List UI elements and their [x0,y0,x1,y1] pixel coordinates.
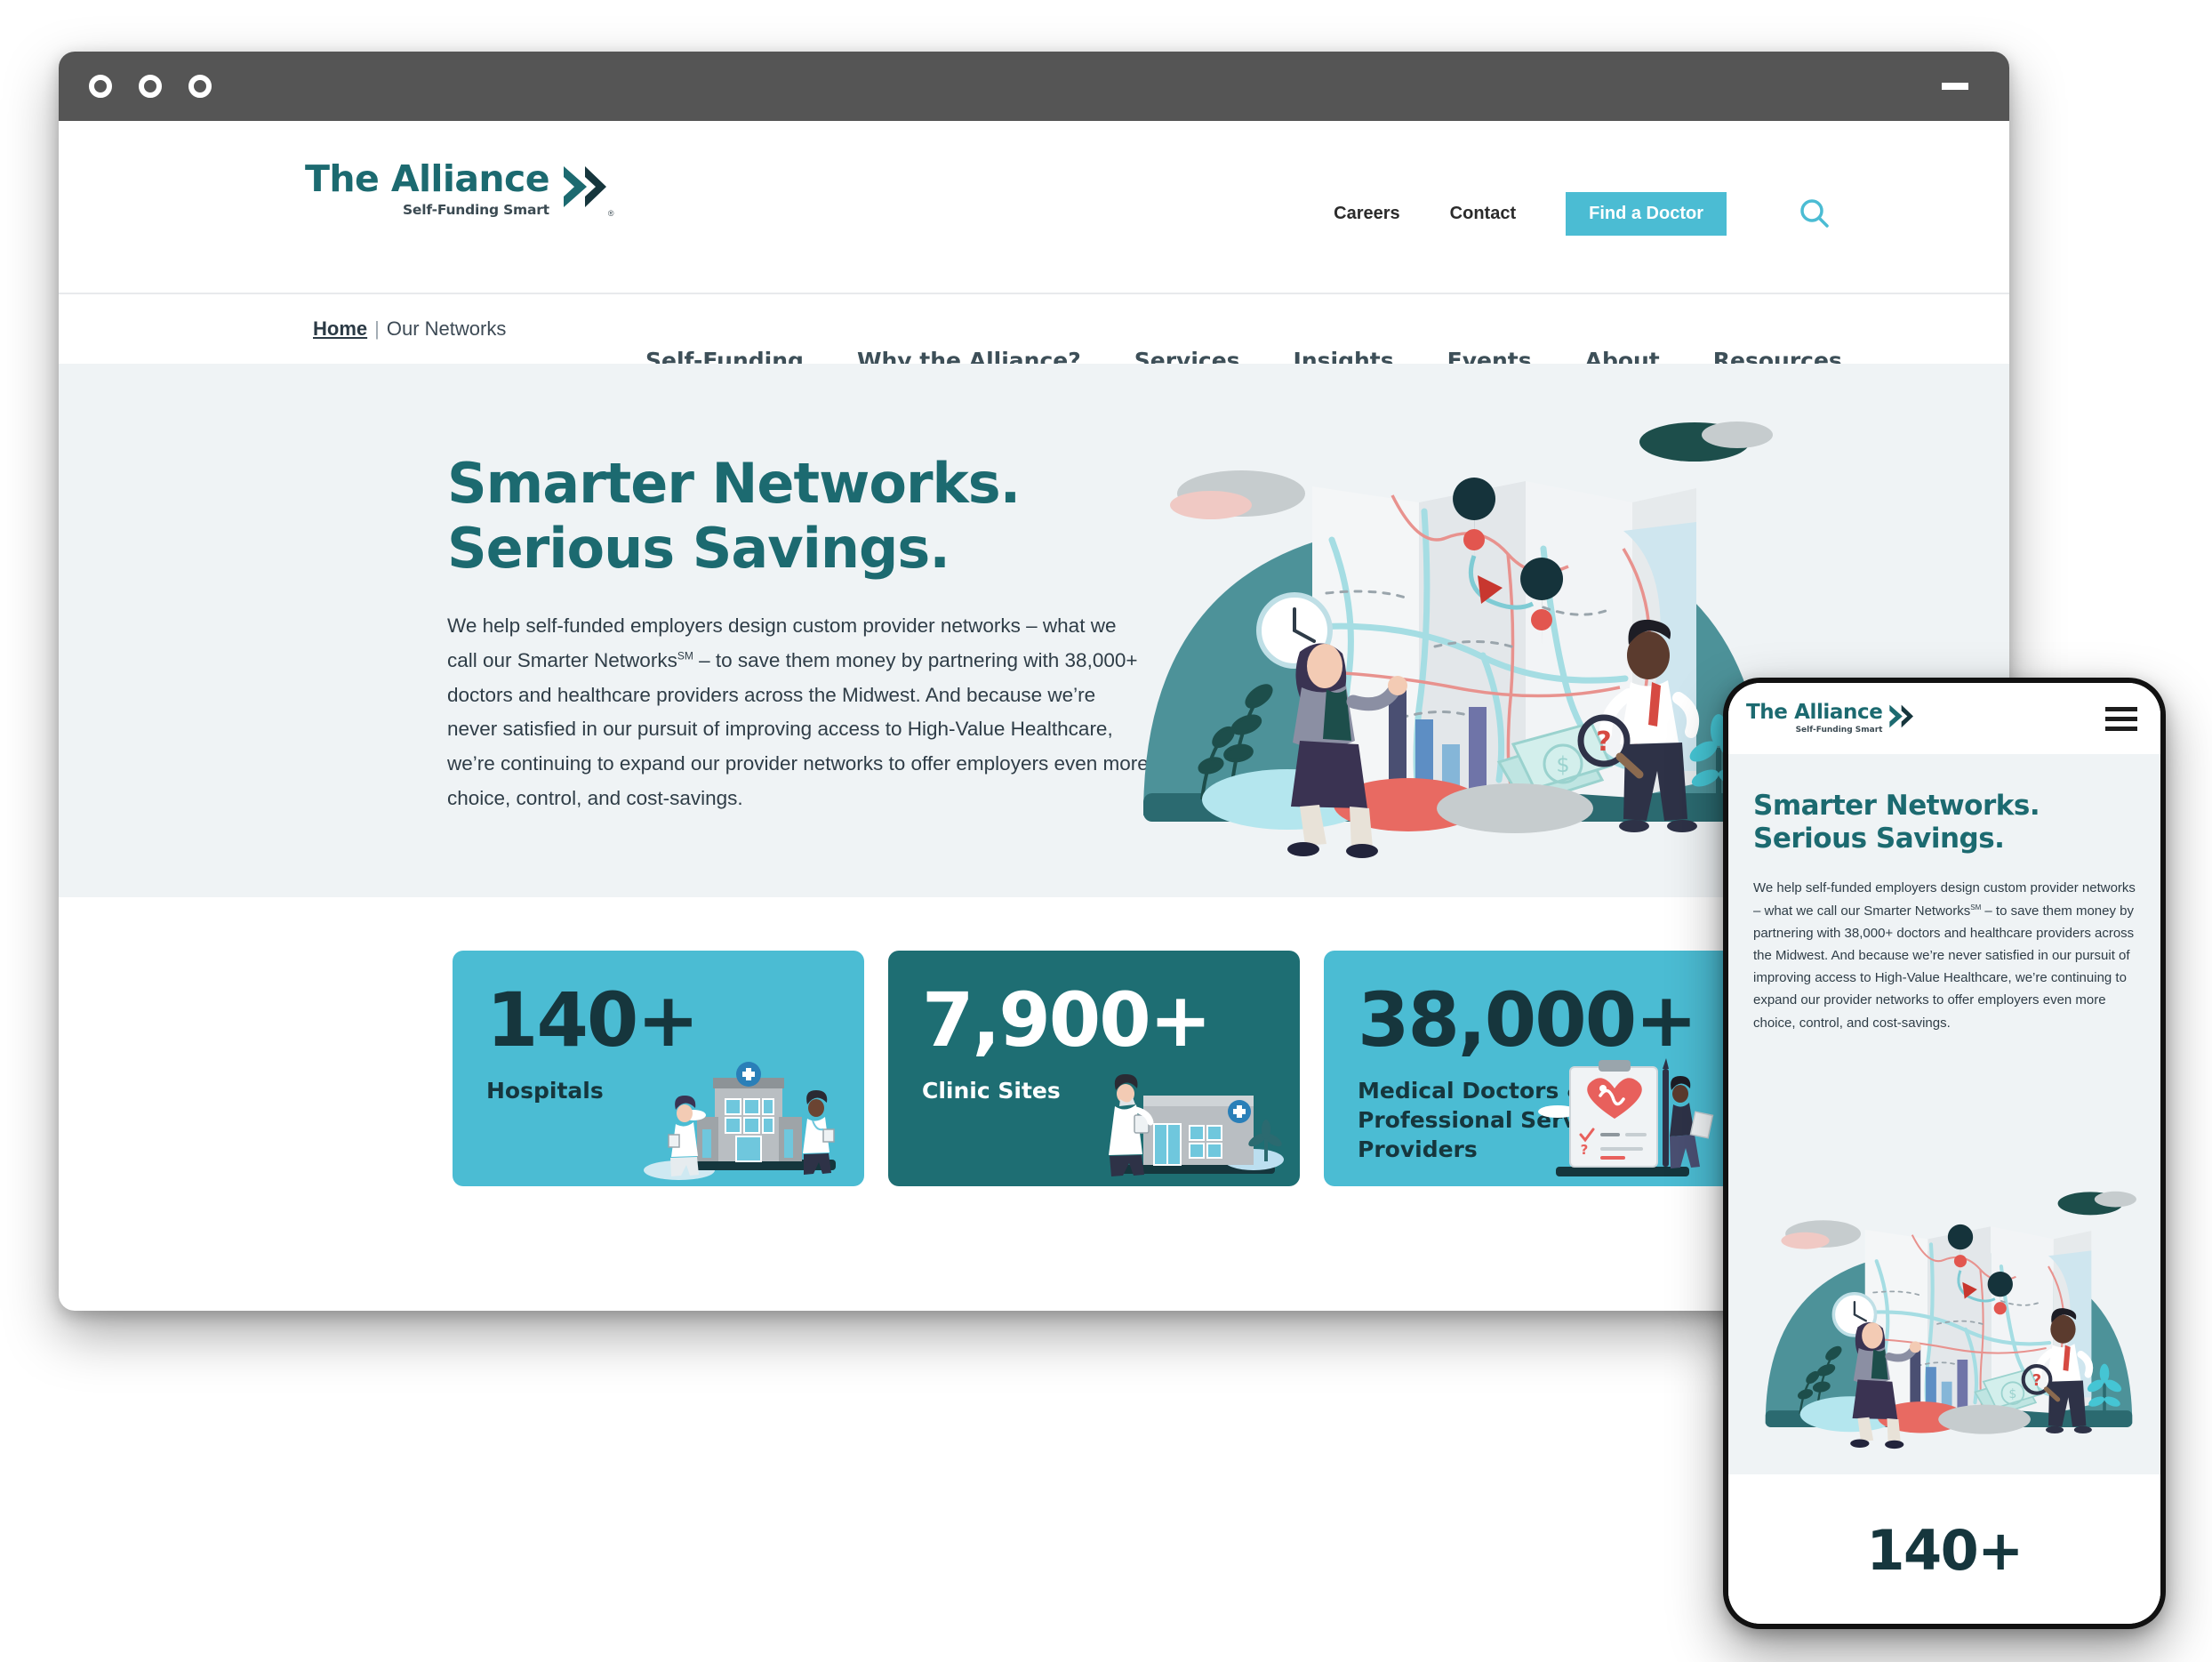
hospital-building-illustration [644,1048,848,1181]
mobile-service-mark: SM [1970,903,1982,911]
mobile-header: The Alliance Self-Funding Smart [1728,683,2160,754]
window-dot-1[interactable] [89,75,112,98]
mobile-page-title: Smarter Networks. Serious Savings. [1753,790,2040,855]
search-icon[interactable] [1798,197,1831,231]
window-dot-3[interactable] [188,75,212,98]
map-network-illustration: $ ? [1126,389,1783,887]
mobile-logo-wordmark: The Alliance [1746,700,1883,724]
hero-section: Smarter Networks. Serious Savings. We he… [59,364,2009,897]
mobile-site-logo[interactable]: The Alliance Self-Funding Smart [1746,700,1914,735]
stat-number: 7,900+ [922,976,1212,1064]
site-logo[interactable]: The Alliance Self-Funding Smart ® [305,157,614,219]
mobile-stat-section: 140+ [1728,1474,2160,1624]
utility-link-careers[interactable]: Careers [1334,204,1400,224]
svg-text:$: $ [1556,752,1569,777]
stat-number: 38,000+ [1358,976,1698,1064]
mobile-hero-section: Smarter Networks. Serious Savings. We he… [1728,754,2160,1474]
hero-paragraph: We help self-funded employers design cus… [447,609,1150,815]
mobile-logo-chevron-icon [1887,703,1914,735]
stat-card-medical-doctors[interactable]: 38,000+ Medical Doctors & Professional S… [1324,951,1735,1186]
stat-card-clinic-sites[interactable]: 7,900+ Clinic Sites [888,951,1300,1186]
hero-paragraph-part2: – to save them money by partnering with … [447,649,1149,809]
logo-wordmark: The Alliance [305,157,550,200]
service-mark: SM [677,649,693,662]
window-dot-2[interactable] [139,75,162,98]
svg-text:$: $ [2008,1387,2016,1401]
window-controls [89,75,212,98]
breadcrumb-separator: | [374,317,380,340]
hamburger-menu-icon[interactable] [2105,706,2137,731]
minimize-button[interactable] [1942,83,1968,90]
stats-section: 140+ Hospitals 7,900+ Clinic Sites 38,00… [59,897,2009,1186]
mobile-hero-paragraph: We help self-funded employers design cus… [1753,877,2136,1033]
page-title: Smarter Networks. Serious Savings. [447,451,1021,582]
utility-link-contact[interactable]: Contact [1450,204,1516,224]
mobile-device-frame: The Alliance Self-Funding Smart Smarter … [1723,678,2166,1629]
logo-chevron-icon [558,163,606,217]
hero-copy: Smarter Networks. Serious Savings. We he… [447,451,1150,815]
mobile-paragraph-part2: – to save them money by partnering with … [1753,903,2135,1031]
clipboard-heart-illustration: ? [1515,1048,1719,1181]
find-a-doctor-button[interactable]: Find a Doctor [1566,192,1727,236]
breadcrumb-home-link[interactable]: Home [313,317,367,341]
registered-mark: ® [607,209,614,218]
mobile-screen: The Alliance Self-Funding Smart Smarter … [1728,683,2160,1624]
svg-text:?: ? [1581,1142,1589,1158]
mobile-map-network-illustration: $ ? [1735,1172,2160,1465]
site-header: The Alliance Self-Funding Smart ® Career… [59,121,2009,373]
breadcrumb-current: Our Networks [386,317,507,340]
svg-text:?: ? [2032,1372,2041,1390]
svg-text:?: ? [1596,727,1611,758]
browser-window: The Alliance Self-Funding Smart ® Career… [59,52,2009,1311]
screenshot-stage: The Alliance Self-Funding Smart ® Career… [0,0,2212,1662]
utility-nav: Careers Contact Find a Doctor [1334,192,1831,236]
mobile-logo-tagline: Self-Funding Smart [1795,725,1883,735]
mobile-stat-number: 140+ [1866,1517,2024,1583]
browser-titlebar [59,52,2009,121]
stat-card-hospitals[interactable]: 140+ Hospitals [453,951,864,1186]
logo-tagline: Self-Funding Smart [402,202,549,218]
stats-row: 140+ Hospitals 7,900+ Clinic Sites 38,00… [59,951,2009,1186]
clinic-building-illustration [1079,1048,1284,1181]
stat-number: 140+ [486,976,700,1064]
